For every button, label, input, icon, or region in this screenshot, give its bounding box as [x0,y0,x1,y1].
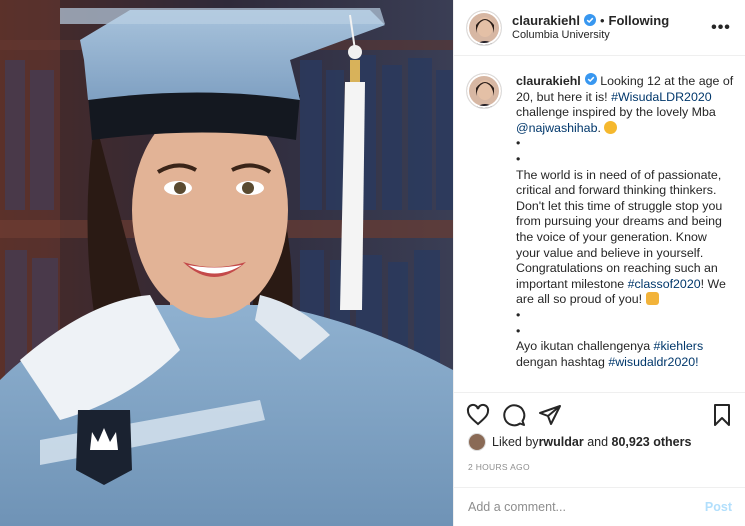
bullet: • [516,136,521,151]
post-sidebar: claurakiehl • Following Columbia Univers… [453,0,745,526]
hashtag-link[interactable]: #kiehlers [654,339,704,353]
hashtag-link[interactable]: #wisudaldr2020! [608,355,698,369]
caption-paragraph: The world is in need of of passionate, c… [516,167,723,291]
add-comment-bar: Post [454,487,745,526]
comments-area: claurakiehl Looking 12 at the age of 20,… [454,57,745,393]
likes-summary: Liked by rwuldar and 80,923 others [468,433,691,451]
mention-link[interactable]: @najwashihab [516,121,597,135]
post-button[interactable]: Post [705,500,732,514]
likes-prefix: Liked by [492,435,539,449]
hashtag-link[interactable]: #classof2020 [628,277,701,291]
clap-emoji-icon [645,292,659,306]
header-username[interactable]: claurakiehl [512,13,580,28]
caption: claurakiehl Looking 12 at the age of 20,… [466,73,734,370]
comment-input[interactable] [468,500,705,514]
following-button[interactable]: Following [609,13,670,28]
header-separator: • [599,12,605,28]
likes-middle: and [583,435,612,449]
share-icon[interactable] [538,403,562,427]
hashtag-link[interactable]: #WisudaLDR2020 [611,90,712,104]
bullet: • [516,151,521,166]
caption-line2: challenge inspired by the lovely Mba [516,105,716,120]
bullet: • [516,323,521,338]
caption-avatar[interactable] [466,73,502,109]
avatar[interactable] [466,9,502,46]
comment-icon[interactable] [502,403,526,427]
heart-icon[interactable] [466,403,490,427]
action-bar [466,400,734,430]
likes-count[interactable]: 80,923 others [612,435,692,449]
verified-badge-icon [583,14,596,26]
caption-line3: . [597,120,605,135]
caption-cut: dengan hashtag [516,354,609,369]
header-text: claurakiehl • Following Columbia Univers… [512,13,709,43]
bookmark-icon[interactable] [710,403,734,427]
caption-text: claurakiehl Looking 12 at the age of 20,… [516,73,734,370]
caption-ayo: Ayo ikutan challengenya [516,339,654,354]
post-photo[interactable] [0,0,453,526]
verified-badge-icon [584,73,597,85]
liker-avatar[interactable] [468,433,486,451]
graduation-portrait-image [0,0,453,526]
caption-username[interactable]: claurakiehl [516,74,581,88]
smile-emoji-icon [604,120,618,134]
location-link[interactable]: Columbia University [512,28,709,43]
post-timestamp[interactable]: 2 HOURS AGO [468,462,530,472]
bullet: • [516,307,521,322]
post-header: claurakiehl • Following Columbia Univers… [454,0,745,56]
more-options-icon[interactable]: ••• [709,16,733,40]
liker-username[interactable]: rwuldar [539,435,584,449]
